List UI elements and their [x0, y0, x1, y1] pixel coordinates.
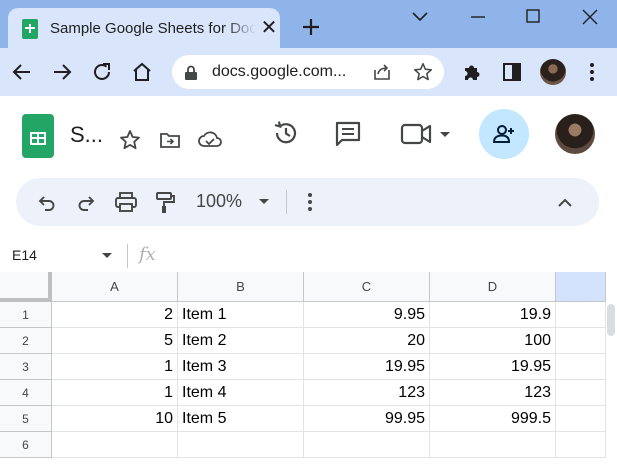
tab-title: Sample Google Sheets for Doc	[50, 20, 256, 37]
cell-e2[interactable]	[556, 328, 606, 354]
new-tab-icon[interactable]	[296, 12, 326, 42]
share-page-icon[interactable]	[372, 62, 392, 82]
back-icon[interactable]	[10, 60, 34, 84]
browser-toolbar: docs.google.com...	[0, 48, 617, 96]
row-header-4[interactable]: 4	[0, 380, 52, 406]
formula-bar-divider	[127, 244, 128, 268]
cloud-status-icon[interactable]	[197, 128, 223, 152]
cell-d6[interactable]	[430, 432, 556, 458]
row-header-2[interactable]: 2	[0, 328, 52, 354]
reload-icon[interactable]	[90, 60, 114, 84]
column-header-b[interactable]: B	[178, 272, 304, 302]
more-vert-icon[interactable]	[304, 191, 316, 213]
cell-e5[interactable]	[556, 406, 606, 432]
maximize-icon[interactable]	[515, 4, 551, 30]
row-header-6[interactable]: 6	[0, 432, 52, 458]
browser-profile-avatar[interactable]	[540, 59, 566, 85]
vertical-scrollbar[interactable]	[607, 304, 615, 336]
cell-c1[interactable]: 9.95	[304, 302, 430, 328]
formula-bar: E14 fx	[0, 240, 617, 272]
browser-tab-strip: Sample Google Sheets for Doc ✕	[0, 0, 617, 48]
paint-format-icon[interactable]	[154, 191, 176, 215]
row-header-5[interactable]: 5	[0, 406, 52, 432]
browser-menu-icon[interactable]	[580, 60, 604, 84]
zoom-dropdown-caret-icon[interactable]	[259, 199, 269, 204]
extensions-icon[interactable]	[460, 60, 484, 84]
document-title[interactable]: S...	[70, 122, 103, 148]
cell-e6[interactable]	[556, 432, 606, 458]
cell-a4[interactable]: 1	[52, 380, 178, 406]
cell-c6[interactable]	[304, 432, 430, 458]
cell-e1[interactable]	[556, 302, 606, 328]
cell-d1[interactable]: 19.9	[430, 302, 556, 328]
name-box-caret-icon[interactable]	[102, 253, 112, 258]
cell-c3[interactable]: 19.95	[304, 354, 430, 380]
bookmark-star-icon[interactable]	[412, 61, 434, 83]
cell-b4[interactable]: Item 4	[178, 380, 304, 406]
history-icon[interactable]	[271, 118, 301, 148]
cell-b2[interactable]: Item 2	[178, 328, 304, 354]
forward-icon[interactable]	[50, 60, 74, 84]
cell-d3[interactable]: 19.95	[430, 354, 556, 380]
cell-c2[interactable]: 20	[304, 328, 430, 354]
cell-d4[interactable]: 123	[430, 380, 556, 406]
tab-search-chevron-icon[interactable]	[402, 4, 438, 30]
meet-dropdown-caret-icon[interactable]	[440, 132, 450, 137]
browser-tab[interactable]: Sample Google Sheets for Doc ✕	[8, 8, 280, 48]
cell-a2[interactable]: 5	[52, 328, 178, 354]
cell-a3[interactable]: 1	[52, 354, 178, 380]
cell-e4[interactable]	[556, 380, 606, 406]
row-header-1[interactable]: 1	[0, 302, 52, 328]
minimize-icon[interactable]	[460, 4, 496, 30]
redo-icon[interactable]	[75, 191, 97, 213]
cell-c4[interactable]: 123	[304, 380, 430, 406]
toolbar-divider	[286, 190, 287, 214]
tab-close-icon[interactable]: ✕	[258, 17, 280, 39]
move-to-folder-icon[interactable]	[158, 128, 182, 152]
window-close-icon[interactable]	[572, 4, 608, 30]
home-icon[interactable]	[130, 60, 154, 84]
cell-d2[interactable]: 100	[430, 328, 556, 354]
sheets-favicon-icon	[22, 19, 38, 39]
share-person-add-icon	[492, 125, 514, 143]
lock-icon	[185, 65, 197, 80]
cell-e3[interactable]	[556, 354, 606, 380]
fx-icon: fx	[139, 244, 156, 265]
side-panel-icon[interactable]	[500, 60, 524, 84]
name-box[interactable]: E14	[12, 247, 37, 263]
comment-icon[interactable]	[333, 119, 363, 149]
column-header-c[interactable]: C	[304, 272, 430, 302]
share-button[interactable]	[479, 109, 529, 159]
zoom-select[interactable]: 100%	[196, 191, 242, 212]
column-header-d[interactable]: D	[430, 272, 556, 302]
cell-b5[interactable]: Item 5	[178, 406, 304, 432]
sheets-logo-icon[interactable]	[22, 114, 54, 158]
spreadsheet-grid: A B C D 1 2 3 4 5 6 2 Item 1 9.95 19.9 5…	[0, 272, 617, 465]
meet-icon[interactable]	[400, 121, 432, 147]
collapse-chevron-icon[interactable]	[554, 192, 576, 214]
address-bar[interactable]: docs.google.com...	[172, 55, 444, 89]
cell-a5[interactable]: 10	[52, 406, 178, 432]
cell-a6[interactable]	[52, 432, 178, 458]
url-text: docs.google.com...	[212, 63, 347, 80]
cell-d5[interactable]: 999.5	[430, 406, 556, 432]
print-icon[interactable]	[114, 191, 138, 213]
account-avatar[interactable]	[555, 114, 595, 154]
cell-b6[interactable]	[178, 432, 304, 458]
cell-a1[interactable]: 2	[52, 302, 178, 328]
column-header-e[interactable]	[556, 272, 606, 302]
column-header-a[interactable]: A	[52, 272, 178, 302]
select-all-corner[interactable]	[0, 272, 52, 302]
formatting-toolbar: 100%	[16, 178, 599, 226]
row-header-3[interactable]: 3	[0, 354, 52, 380]
cell-b1[interactable]: Item 1	[178, 302, 304, 328]
cell-b3[interactable]: Item 3	[178, 354, 304, 380]
sheets-header: S...	[0, 96, 617, 176]
undo-icon[interactable]	[36, 191, 58, 213]
cell-c5[interactable]: 99.95	[304, 406, 430, 432]
star-icon[interactable]	[118, 128, 142, 152]
